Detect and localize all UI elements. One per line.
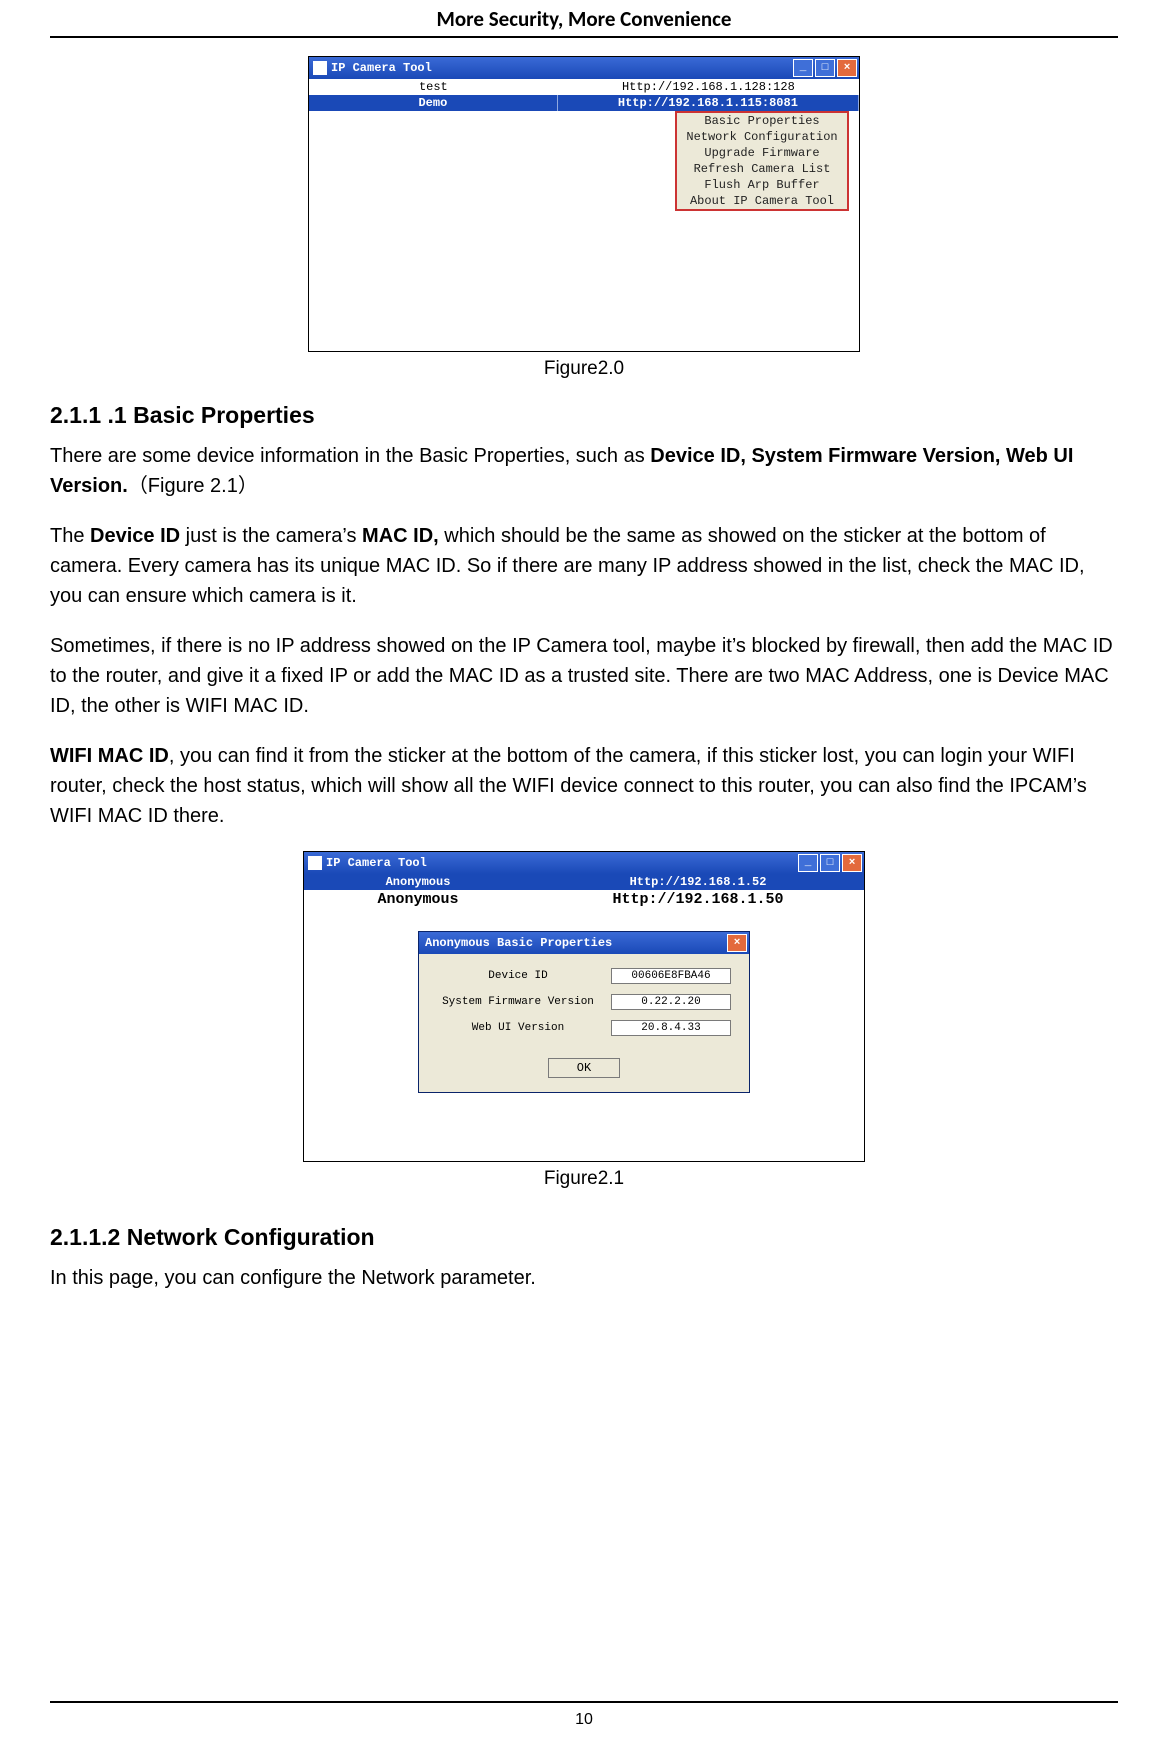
maximize-button[interactable]: □: [820, 854, 840, 872]
app-icon: [313, 61, 327, 75]
dialog-title: Anonymous Basic Properties: [425, 936, 612, 950]
camera-name: test: [309, 79, 558, 95]
dialog-close-button[interactable]: ×: [727, 934, 747, 952]
field-value-firmware: 0.22.2.20: [611, 994, 731, 1010]
ok-button[interactable]: OK: [548, 1058, 620, 1078]
heading-basic-properties: 2.1.1 .1 Basic Properties: [50, 402, 1118, 429]
ipcam-tool-window: IP Camera Tool _ □ × test Http://192.168…: [308, 56, 860, 352]
maximize-button[interactable]: □: [815, 59, 835, 77]
menu-item-about[interactable]: About IP Camera Tool: [677, 193, 847, 209]
page: More Security, More Convenience IP Camer…: [0, 0, 1168, 1747]
menu-item-basic-properties[interactable]: Basic Properties: [677, 113, 847, 129]
camera-url: Http://192.168.1.52: [532, 874, 864, 890]
text: Sometimes, if there is no IP address sho…: [50, 631, 1118, 721]
menu-item-flush-arp-buffer[interactable]: Flush Arp Buffer: [677, 177, 847, 193]
field-label-webui: Web UI Version: [433, 1022, 603, 1034]
window-titlebar: IP Camera Tool _ □ ×: [304, 852, 864, 874]
ipcam-tool-window-2: IP Camera Tool _ □ × Anonymous Http://19…: [303, 851, 865, 1162]
camera-row[interactable]: test Http://192.168.1.128:128: [309, 79, 859, 95]
text: There are some device information in the…: [50, 445, 650, 467]
camera-url: Http://192.168.1.128:128: [558, 79, 859, 95]
heading-network-configuration: 2.1.1.2 Network Configuration: [50, 1224, 1118, 1251]
figure-2-0-caption: Figure2.0: [50, 358, 1118, 380]
camera-name: Anonymous: [304, 874, 532, 890]
field-value-device-id: 00606E8FBA46: [611, 968, 731, 984]
text: The: [50, 525, 90, 547]
text: （Figure 2.1）: [128, 475, 258, 497]
close-button[interactable]: ×: [842, 854, 862, 872]
text: In this page, you can configure the Netw…: [50, 1263, 1118, 1293]
text-bold: WIFI MAC ID: [50, 745, 169, 767]
page-header: More Security, More Convenience: [50, 0, 1118, 32]
text: just is the camera’s: [180, 525, 362, 547]
camera-row[interactable]: Anonymous Http://192.168.1.50: [304, 890, 864, 909]
window-title: IP Camera Tool: [331, 61, 432, 75]
camera-row-selected[interactable]: Anonymous Http://192.168.1.52: [304, 874, 864, 890]
close-button[interactable]: ×: [837, 59, 857, 77]
field-label-firmware: System Firmware Version: [433, 996, 603, 1008]
camera-row-selected[interactable]: Demo Http://192.168.1.115:8081: [309, 95, 859, 111]
basic-properties-dialog: Anonymous Basic Properties × Device ID 0…: [418, 931, 750, 1093]
header-rule: [50, 36, 1118, 38]
camera-name: Anonymous: [304, 890, 532, 909]
text-bold: MAC ID,: [362, 525, 439, 547]
menu-item-refresh-camera-list[interactable]: Refresh Camera List: [677, 161, 847, 177]
dialog-titlebar: Anonymous Basic Properties ×: [419, 932, 749, 954]
body-text: In this page, you can configure the Netw…: [50, 1263, 1118, 1293]
figure-2-1-caption: Figure2.1: [50, 1168, 1118, 1190]
camera-url: Http://192.168.1.115:8081: [558, 95, 859, 111]
page-number: 10: [0, 1711, 1168, 1729]
minimize-button[interactable]: _: [798, 854, 818, 872]
menu-item-network-configuration[interactable]: Network Configuration: [677, 129, 847, 145]
text-bold: Device ID: [90, 525, 180, 547]
field-label-device-id: Device ID: [433, 970, 603, 982]
body-text: There are some device information in the…: [50, 441, 1118, 831]
footer-rule: [50, 1701, 1118, 1703]
figure-2-0: IP Camera Tool _ □ × test Http://192.168…: [50, 56, 1118, 380]
window-titlebar: IP Camera Tool _ □ ×: [309, 57, 859, 79]
figure-2-1: IP Camera Tool _ □ × Anonymous Http://19…: [50, 851, 1118, 1190]
camera-name: Demo: [309, 95, 558, 111]
window-title: IP Camera Tool: [326, 856, 427, 870]
field-value-webui: 20.8.4.33: [611, 1020, 731, 1036]
app-icon: [308, 856, 322, 870]
text: , you can find it from the sticker at th…: [50, 745, 1087, 827]
menu-item-upgrade-firmware[interactable]: Upgrade Firmware: [677, 145, 847, 161]
context-menu: Basic Properties Network Configuration U…: [675, 111, 849, 211]
camera-url: Http://192.168.1.50: [532, 890, 864, 909]
minimize-button[interactable]: _: [793, 59, 813, 77]
